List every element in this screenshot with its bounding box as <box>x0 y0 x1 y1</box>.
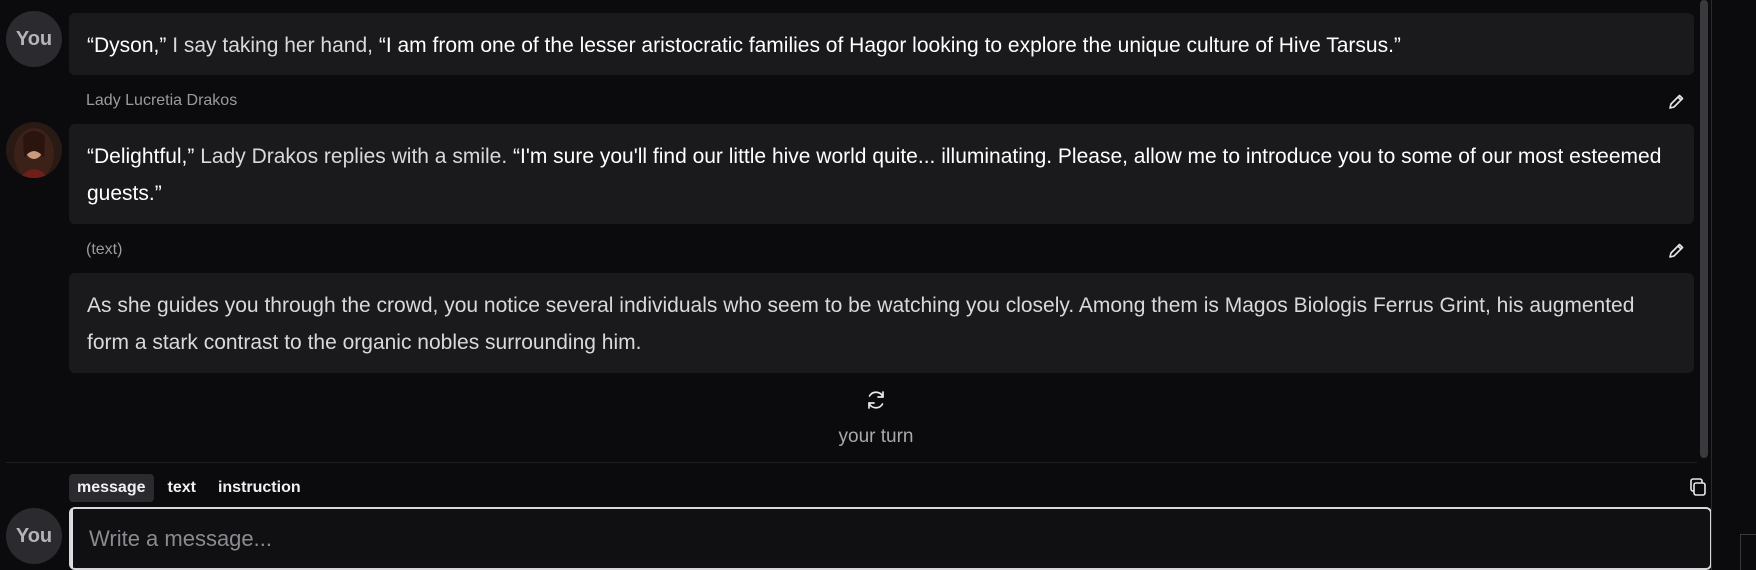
message-input[interactable] <box>71 509 1710 568</box>
message-bubble-character[interactable]: “Delightful,” Lady Drakos replies with a… <box>69 124 1694 224</box>
message-bubble-text[interactable]: As she guides you through the crowd, you… <box>69 273 1694 373</box>
sender-label: (text) <box>86 241 123 258</box>
composer-avatar-label: You <box>15 524 53 547</box>
composer-user-avatar: You <box>6 508 62 564</box>
dialogue-quote: “Delightful,” <box>87 145 195 168</box>
dialogue-quote: “I am from one of the lesser aristocrati… <box>378 34 1401 57</box>
chat-area: You “Dyson,” I say taking her hand, “I a… <box>0 0 1712 570</box>
chat-app: You “Dyson,” I say taking her hand, “I a… <box>0 0 1756 570</box>
turn-indicator: your turn <box>838 426 914 447</box>
tab-message[interactable]: message <box>69 474 154 502</box>
copy-icon[interactable] <box>1687 476 1709 498</box>
character-avatar <box>6 122 62 178</box>
narration-text: I say taking her hand, <box>166 34 379 57</box>
refresh-icon[interactable] <box>864 388 888 412</box>
narration-text: Lady Drakos replies with a smile. <box>194 145 513 168</box>
scrollbar-track[interactable] <box>1697 0 1711 460</box>
composer-mode-tabs: message text instruction <box>69 474 309 502</box>
user-avatar-label: You <box>15 27 53 50</box>
narration-text: As she guides you through the crowd, you… <box>87 294 1635 354</box>
sender-name: Lady Lucretia Drakos <box>86 92 238 109</box>
tab-text[interactable]: text <box>160 474 204 502</box>
tab-instruction[interactable]: instruction <box>210 474 309 502</box>
side-panel-edge <box>1711 0 1756 570</box>
scrollbar-thumb[interactable] <box>1700 0 1708 458</box>
message-bubble-user[interactable]: “Dyson,” I say taking her hand, “I am fr… <box>69 13 1694 75</box>
composer-divider <box>6 462 1697 463</box>
corner-frame <box>1740 534 1756 570</box>
message-input-container <box>69 507 1712 570</box>
dialogue-quote: “Dyson,” <box>87 34 167 57</box>
user-avatar: You <box>6 11 62 67</box>
pencil-icon[interactable] <box>1666 241 1686 261</box>
pencil-icon[interactable] <box>1666 92 1686 112</box>
